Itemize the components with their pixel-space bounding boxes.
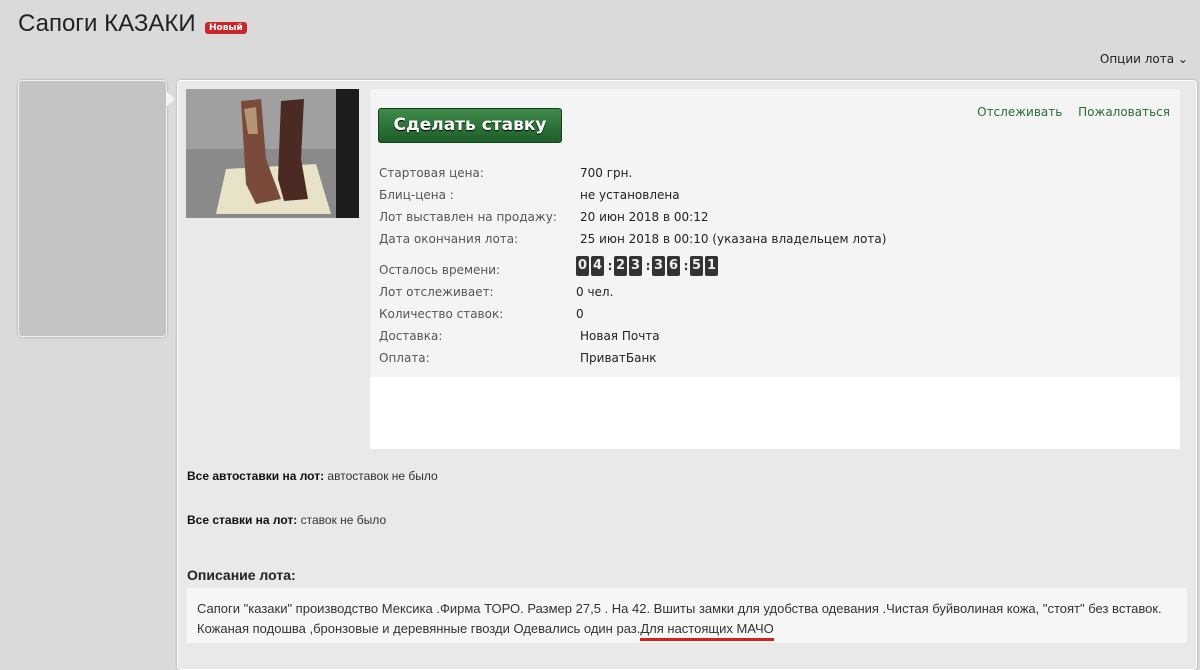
autobids-label: Все автоставки на лот: [187,469,325,483]
field-label: Оплата: [379,351,430,365]
field-label: Дата окончания лота: [379,232,519,246]
field-label: Осталось времени: [379,262,501,277]
listed-date: 20 июн 2018 в 00:12 [580,210,709,224]
blank-area [370,377,1180,449]
timer-digit: 6 [667,255,680,276]
field-label: Доставка: [379,329,443,343]
description-box: Сапоги "казаки" производство Мексика .Фи… [187,588,1187,643]
watch-link[interactable]: Отслеживать [977,105,1062,119]
field-label: Лот выставлен на продажу: [379,210,557,224]
countdown-timer: 04: 23: 36: 51 [576,255,720,276]
start-price: 700 грн. [580,166,633,180]
place-bid-button[interactable]: Сделать ставку [378,108,562,143]
timer-digit: 0 [576,255,589,276]
timer-digit: 1 [705,255,718,276]
bids-value: ставок не было [300,513,387,527]
blitz-price: не установлена [580,188,680,202]
lot-options-menu[interactable]: Опции лота ⌄ [1100,52,1188,66]
bids-label: Все ставки на лот: [187,513,298,527]
lot-info-card: Сделать ставку Отслеживать Пожаловаться … [370,89,1180,449]
timer-digit: 3 [652,255,665,276]
end-date: 25 июн 2018 в 00:10 (указана владельцем … [580,232,887,246]
timer-digit: 3 [629,255,642,276]
timer-digit: 2 [614,255,627,276]
field-label: Стартовая цена: [379,166,484,180]
new-badge: Новый [205,22,247,34]
sidebar-panel [18,80,175,337]
field-label: Блиц-цена : [379,188,454,202]
timer-digit: 5 [690,255,703,276]
autobids-value: автоставок не было [327,469,438,483]
lot-photo[interactable] [186,89,359,218]
report-link[interactable]: Пожаловаться [1078,105,1170,119]
bids-count: 0 [576,307,584,321]
watchers-count: 0 чел. [576,285,614,299]
bids-info: Все ставки на лот: ставок не было [187,513,386,527]
field-label: Количество ставок: [379,307,504,321]
timer-digit: 4 [591,255,604,276]
page-title: Сапоги КАЗАКИ [18,10,196,37]
field-label: Лот отслеживает: [379,285,494,299]
payment: ПриватБанк [580,351,657,365]
description-title: Описание лота: [187,567,296,583]
autobids-info: Все автоставки на лот: автоставок не был… [187,469,438,483]
delivery: Новая Почта [580,329,660,343]
lot-panel: Сделать ставку Отслеживать Пожаловаться … [177,80,1197,670]
description-highlight: Для настоящих МАЧО [640,621,774,641]
